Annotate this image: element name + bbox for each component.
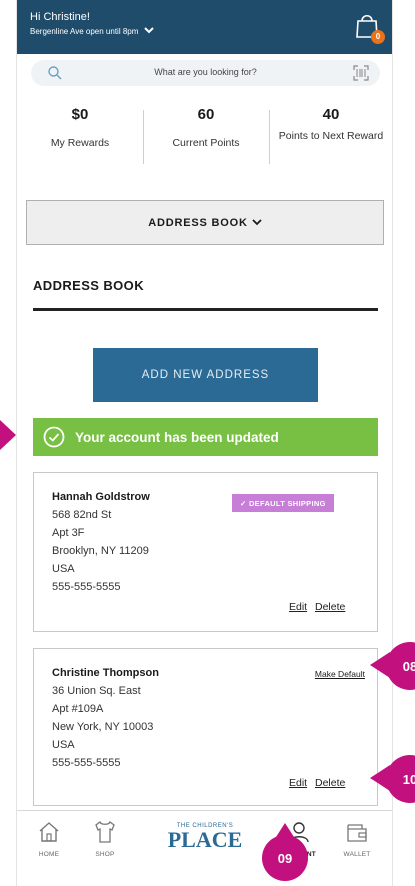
address-city: New York, NY 10003 [52,721,154,733]
heading-underline [33,308,378,311]
store-selector[interactable]: Bergenline Ave open until 8pm [30,26,155,36]
address-card: Hannah Goldstrow ✓ DEFAULT SHIPPING 568 … [33,472,378,632]
shirt-icon [95,820,115,843]
wallet-icon [347,824,367,842]
address-country: USA [52,739,75,751]
my-rewards-stat: $0 My Rewards [17,102,143,150]
callout-arrow [0,420,16,450]
next-reward-value: 40 [322,106,340,123]
next-reward-label: Points to Next Reward [278,130,384,142]
address-phone: 555-555-5555 [52,581,121,593]
nav-home-label: HOME [38,851,60,858]
address-line1: 568 82nd St [52,509,112,521]
address-line1: 36 Union Sq. East [52,685,141,697]
make-default-link[interactable]: Make Default [315,669,365,679]
nav-wallet[interactable]: WALLET [337,819,377,858]
page-title: ADDRESS BOOK [33,278,144,293]
rewards-value: $0 [71,106,89,123]
address-line2: Apt 3F [52,527,85,539]
address-name: Hannah Goldstrow [52,491,150,503]
bottom-nav: HOME SHOP THE CHILDREN'S PLACE ACCOUNT W… [17,810,392,886]
callout-09: 09 [262,835,308,881]
nav-shop[interactable]: SHOP [85,819,125,858]
address-phone: 555-555-5555 [52,757,121,769]
search-bar[interactable]: What are you looking for? [31,60,380,86]
address-card: Christine Thompson Make Default 36 Union… [33,648,378,806]
address-name: Christine Thompson [52,667,159,679]
logo-text: PLACE [167,827,243,852]
search-input[interactable]: What are you looking for? [31,67,380,77]
home-icon [39,822,59,842]
address-book-dropdown[interactable]: ADDRESS BOOK [26,200,384,245]
barcode-scan-icon[interactable] [353,65,369,81]
address-line2: Apt #109A [52,703,104,715]
address-country: USA [52,563,75,575]
rewards-label: My Rewards [50,137,110,149]
top-bar: Hi Christine! Bergenline Ave open until … [17,0,392,54]
chevron-down-icon [144,26,155,36]
points-to-next-stat: 40 Points to Next Reward [268,102,392,143]
nav-wallet-label: WALLET [343,851,371,858]
points-value: 60 [197,106,215,123]
points-label: Current Points [172,137,240,149]
rewards-summary: $0 My Rewards 60 Current Points 40 Point… [17,102,392,172]
app-screen: Hi Christine! Bergenline Ave open until … [16,0,393,886]
nav-home[interactable]: HOME [29,819,69,858]
current-points-stat: 60 Current Points [143,102,269,150]
add-new-address-button[interactable]: ADD NEW ADDRESS [93,348,318,402]
store-hours-text: Bergenline Ave open until 8pm [30,26,139,36]
brand-logo[interactable]: THE CHILDREN'S PLACE [157,811,253,851]
delete-link[interactable]: Delete [315,601,345,613]
greeting-text: Hi Christine! [30,11,90,23]
nav-shop-label: SHOP [95,851,115,858]
delete-link[interactable]: Delete [315,777,345,789]
default-shipping-badge: ✓ DEFAULT SHIPPING [232,494,334,512]
success-message: Your account has been updated [75,429,279,445]
dropdown-label: ADDRESS BOOK [148,216,248,229]
check-circle-icon [43,426,65,448]
edit-link[interactable]: Edit [289,601,307,613]
cart-count-badge: 0 [371,30,385,44]
success-banner: Your account has been updated [33,418,378,456]
chevron-down-icon [252,219,262,226]
address-city: Brooklyn, NY 11209 [52,545,149,557]
edit-link[interactable]: Edit [289,777,307,789]
